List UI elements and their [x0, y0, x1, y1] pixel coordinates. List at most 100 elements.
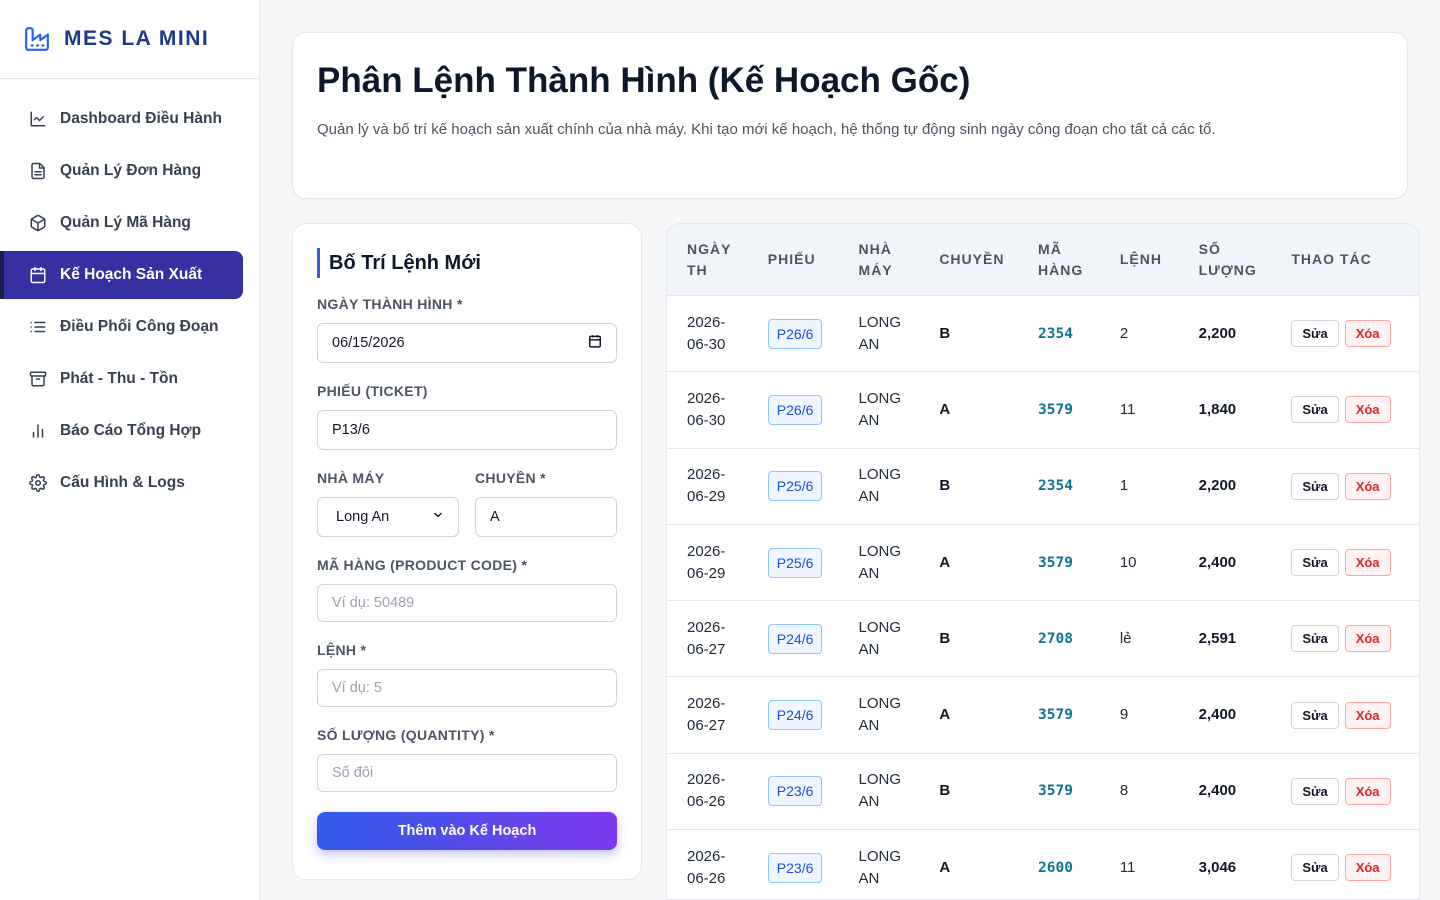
quantity-input[interactable]: Số đôi [317, 754, 617, 792]
delete-button[interactable]: Xóa [1344, 625, 1391, 653]
cell-factory: LONG AN [858, 771, 902, 811]
plan-table: NGÀY TH PHIẾU NHÀ MÁY CHUYỀN MÃ HÀNG LỆNH S… [666, 223, 1420, 900]
edit-button[interactable]: Sửa [1291, 549, 1339, 577]
delete-button[interactable]: Xóa [1344, 549, 1391, 577]
cell-line: A [939, 706, 951, 724]
cell-actions: Sửa Xóa [1291, 701, 1419, 729]
cell-order: 10 [1119, 553, 1137, 571]
cell-ticket: P25/6 [767, 471, 859, 502]
sidebar-item-inventory[interactable]: Phát - Thu - Tồn [0, 355, 243, 403]
cell-quantity: 2,591 [1198, 629, 1237, 647]
sidebar-item-label: Quản Lý Mã Hàng [60, 214, 191, 231]
column-header-ticket[interactable]: PHIẾU [768, 249, 859, 270]
cell-date: 2026- 06-29 [687, 466, 726, 506]
line-label: CHUYỀN * [475, 470, 546, 486]
cell-ticket: P23/6 [767, 852, 859, 883]
cell-product-code[interactable]: 2600 [1038, 857, 1120, 879]
edit-button[interactable]: Sửa [1291, 472, 1339, 500]
date-label: NGÀY THÀNH HÌNH * [317, 296, 463, 312]
cell-factory: LONG AN [858, 313, 902, 353]
bar-chart-icon [28, 421, 48, 441]
edit-button[interactable]: Sửa [1291, 701, 1339, 729]
table-row: 2026- 06-27 P24/6 LONG AN B 2708 lẻ 2,591 Sửa Xóa [667, 601, 1419, 678]
brand-name: MES LA MINI [64, 27, 210, 50]
column-header-line[interactable]: CHUYỀN [939, 249, 1038, 270]
table-row: 2026- 06-26 P23/6 LONG AN A 2600 11 3,046 Sửa Xóa [667, 830, 1419, 899]
calendar-picker-icon[interactable] [588, 334, 602, 352]
cell-quantity: 3,046 [1198, 858, 1237, 876]
cell-date: 2026- 06-27 [687, 618, 726, 658]
cell-date: 2026- 06-26 [687, 847, 726, 887]
table-row: 2026- 06-26 P23/6 LONG AN B 3579 8 2,400 Sửa Xóa [667, 754, 1419, 831]
order-input[interactable]: Ví dụ: 5 [317, 669, 617, 707]
factory-icon [24, 25, 52, 53]
ticket-input[interactable]: P13/6 [317, 410, 617, 450]
delete-button[interactable]: Xóa [1344, 701, 1391, 729]
edit-button[interactable]: Sửa [1291, 396, 1339, 424]
cell-line: B [939, 324, 951, 342]
cell-product-code[interactable]: 3579 [1038, 399, 1120, 421]
cell-quantity: 2,400 [1198, 782, 1237, 800]
cell-product-code[interactable]: 3579 [1038, 704, 1120, 726]
edit-button[interactable]: Sửa [1291, 777, 1339, 805]
box-icon [28, 213, 48, 233]
sidebar-item-label: Báo Cáo Tổng Hợp [60, 422, 202, 439]
table-row: 2026- 06-27 P24/6 LONG AN A 3579 9 2,400 Sửa Xóa [667, 677, 1419, 754]
table-row: 2026- 06-30 P26/6 LONG AN A 3579 11 1,840 Sửa Xóa [667, 372, 1419, 449]
column-header-date[interactable]: NGÀY TH [667, 239, 768, 281]
cell-actions: Sửa Xóa [1291, 320, 1419, 348]
delete-button[interactable]: Xóa [1344, 396, 1391, 424]
product-code-placeholder: Ví dụ: 50489 [332, 595, 415, 611]
column-header-actions: THAO TÁC [1291, 251, 1372, 267]
edit-button[interactable]: Sửa [1291, 625, 1339, 653]
add-to-plan-button[interactable]: Thêm vào Kế Hoạch [317, 812, 617, 850]
factory-select[interactable]: Long An [317, 497, 459, 537]
cell-actions: Sửa Xóa [1291, 777, 1419, 805]
edit-button[interactable]: Sửa [1291, 320, 1339, 348]
date-value: 06/15/2026 [332, 335, 405, 351]
line-input[interactable]: A [475, 497, 617, 537]
new-order-form: Bố Trí Lệnh Mới NGÀY THÀNH HÌNH * 06/15/… [292, 223, 642, 880]
quantity-label: SỐ LƯỢNG (QUANTITY) * [317, 727, 495, 743]
cell-actions: Sửa Xóa [1291, 625, 1419, 653]
date-input[interactable]: 06/15/2026 [317, 323, 617, 363]
sidebar-item-reports[interactable]: Báo Cáo Tổng Hợp [0, 407, 243, 455]
factory-line-row: NHÀ MÁY Long An CHUYỀN * A [317, 470, 617, 557]
delete-button[interactable]: Xóa [1344, 320, 1391, 348]
sidebar-item-production-plan[interactable]: Kế Hoạch Sản Xuất [0, 251, 243, 299]
cell-factory: LONG AN [858, 389, 902, 429]
cell-product-code[interactable]: 2354 [1038, 475, 1120, 497]
column-header-quantity[interactable]: SỐ LƯỢNG [1199, 239, 1292, 281]
cell-factory: LONG AN [858, 542, 902, 582]
delete-button[interactable]: Xóa [1344, 472, 1391, 500]
sidebar-item-orders[interactable]: Quản Lý Đơn Hàng [0, 147, 243, 195]
cell-date: 2026- 06-30 [687, 389, 726, 429]
table-row: 2026- 06-30 P26/6 LONG AN B 2354 2 2,200 Sửa Xóa [667, 296, 1419, 373]
archive-icon [28, 369, 48, 389]
delete-button[interactable]: Xóa [1344, 854, 1391, 882]
sidebar-item-products[interactable]: Quản Lý Mã Hàng [0, 199, 243, 247]
cell-product-code[interactable]: 2354 [1038, 323, 1120, 345]
ticket-badge: P23/6 [767, 852, 823, 883]
sidebar-item-label: Cấu Hình & Logs [60, 474, 185, 491]
cell-order: 9 [1119, 706, 1129, 724]
cell-product-code[interactable]: 3579 [1038, 780, 1120, 802]
ticket-badge: P26/6 [767, 318, 823, 349]
line-value: A [490, 509, 500, 525]
brand[interactable]: MES LA MINI [0, 0, 259, 79]
cell-product-code[interactable]: 2708 [1038, 628, 1120, 650]
sidebar-item-label: Kế Hoạch Sản Xuất [60, 266, 203, 283]
sidebar-item-settings[interactable]: Cấu Hình & Logs [0, 459, 243, 507]
sidebar-item-dispatch[interactable]: Điều Phối Công Đoạn [0, 303, 243, 351]
cell-product-code[interactable]: 3579 [1038, 552, 1120, 574]
column-header-factory[interactable]: NHÀ MÁY [859, 239, 940, 281]
edit-button[interactable]: Sửa [1291, 854, 1339, 882]
delete-button[interactable]: Xóa [1344, 777, 1391, 805]
product-code-input[interactable]: Ví dụ: 50489 [317, 584, 617, 622]
column-header-code[interactable]: MÃ HÀNG [1038, 239, 1120, 281]
chevron-down-icon [432, 509, 444, 525]
column-header-order[interactable]: LỆNH [1120, 249, 1199, 270]
ticket-badge: P26/6 [767, 394, 823, 425]
sidebar-item-dashboard[interactable]: Dashboard Điều Hành [0, 95, 243, 143]
cell-order: 8 [1119, 782, 1129, 800]
